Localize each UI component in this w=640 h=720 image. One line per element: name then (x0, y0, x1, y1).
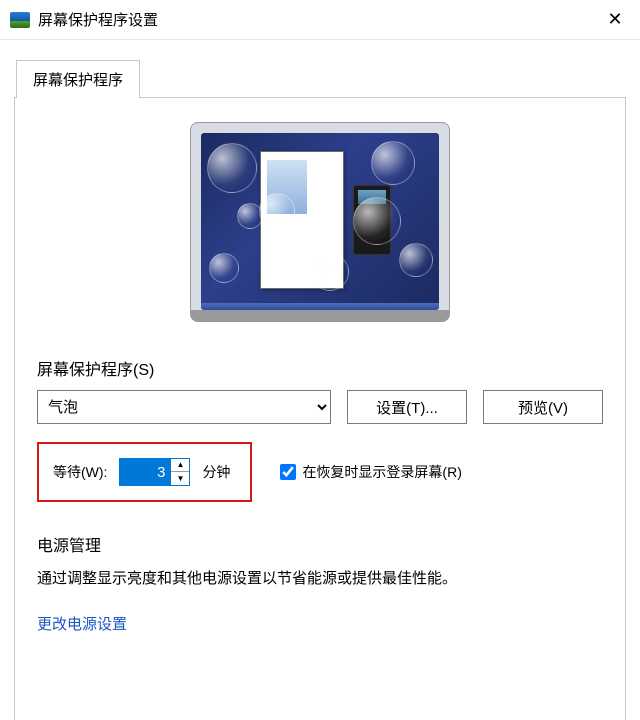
wait-input[interactable] (120, 459, 170, 485)
screensaver-select[interactable]: 气泡 (37, 390, 331, 424)
preview-monitor-container (37, 122, 603, 322)
wait-increment-button[interactable]: ▲ (171, 459, 189, 472)
settings-button[interactable]: 设置(T)... (347, 390, 467, 424)
titlebar: 屏幕保护程序设置 ✕ (0, 0, 640, 40)
window-title: 屏幕保护程序设置 (38, 9, 158, 30)
power-settings-link[interactable]: 更改电源设置 (37, 613, 127, 634)
wait-spinner: ▲ ▼ (119, 458, 190, 486)
resume-label-text: 在恢复时显示登录屏幕(R) (302, 462, 461, 482)
screensaver-group-label: 屏幕保护程序(S) (37, 356, 603, 380)
close-button[interactable]: ✕ (590, 0, 640, 40)
preview-button[interactable]: 预览(V) (483, 390, 603, 424)
preview-screen (201, 133, 439, 310)
power-heading: 电源管理 (37, 532, 603, 556)
power-group: 电源管理 通过调整显示亮度和其他电源设置以节省能源或提供最佳性能。 更改电源设置 (37, 532, 603, 634)
resume-checkbox[interactable] (280, 464, 296, 480)
wait-highlight-box: 等待(W): ▲ ▼ 分钟 (37, 442, 252, 502)
wait-label: 等待(W): (53, 462, 107, 482)
screensaver-group: 屏幕保护程序(S) 气泡 设置(T)... 预览(V) 等待(W): ▲ ▼ 分… (37, 356, 603, 502)
resume-checkbox-label[interactable]: 在恢复时显示登录屏幕(R) (280, 462, 461, 482)
close-icon: ✕ (607, 9, 622, 30)
tabstrip: 屏幕保护程序 (0, 40, 640, 98)
app-icon (10, 12, 30, 28)
power-description: 通过调整显示亮度和其他电源设置以节省能源或提供最佳性能。 (37, 568, 603, 591)
wait-decrement-button[interactable]: ▼ (171, 472, 189, 485)
tab-screensaver[interactable]: 屏幕保护程序 (16, 60, 140, 98)
preview-monitor (190, 122, 450, 322)
wait-unit-label: 分钟 (202, 462, 230, 482)
tabpanel: 屏幕保护程序(S) 气泡 设置(T)... 预览(V) 等待(W): ▲ ▼ 分… (14, 97, 626, 720)
